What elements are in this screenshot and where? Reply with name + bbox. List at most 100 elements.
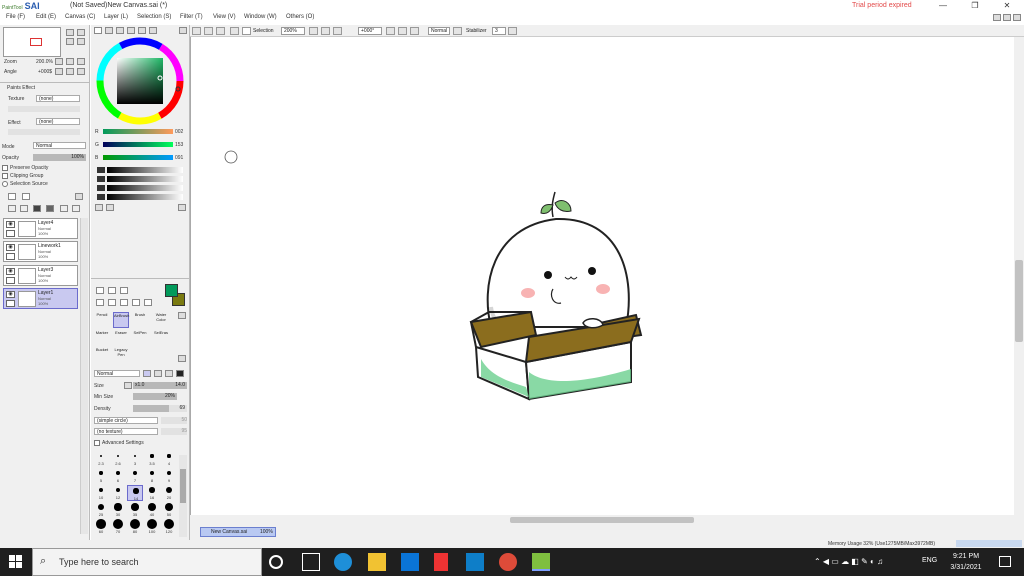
brush-texture-select[interactable]: (no texture) [94,428,158,435]
brush-size-cell[interactable]: 25 [93,502,109,518]
tool-bucket[interactable]: Bucket [94,347,110,356]
zoom-out-button[interactable] [321,27,330,35]
toolbar-button[interactable] [216,27,225,35]
nav-zoom-button[interactable] [55,58,63,65]
menu-file[interactable]: File (F) [6,14,25,20]
layer-item[interactable]: ◉ Layer3 Normal 100% [3,265,78,286]
effect-slider[interactable] [8,129,80,135]
nav-zoom-button[interactable] [77,58,85,65]
nav-button[interactable] [77,38,85,45]
lock-icon[interactable] [6,277,15,284]
navigator-preview[interactable] [3,27,61,57]
office-icon[interactable] [434,553,448,571]
swatch-scroll[interactable] [178,204,186,211]
effect-select[interactable]: (none) [36,118,80,125]
eyedropper-icon[interactable] [144,299,152,306]
tool-brush[interactable]: Brush [132,312,148,321]
brush-mode-select[interactable]: Normal [94,370,140,377]
tray-icons[interactable]: ⌃ ◀ ▭ ☁ ◧ ✎ ◐ ♫ [814,557,883,566]
opacity-slider[interactable]: 100% [33,154,86,161]
menu-filter[interactable]: Filter (T) [180,14,203,20]
brush-size-cell[interactable]: 80 [127,519,143,535]
green-slider[interactable] [103,142,173,147]
brush-size-cell[interactable]: 2.6 [110,451,126,467]
brush-shape-icon[interactable] [154,370,162,377]
doc-close-button[interactable] [1013,14,1021,21]
horizontal-scroll-thumb[interactable] [510,517,694,523]
store-icon[interactable] [466,553,484,571]
advanced-settings-checkbox[interactable] [94,440,100,446]
edge-icon[interactable] [334,553,352,571]
angle-field[interactable]: +000° [358,27,382,35]
rotate-tool-icon[interactable] [120,299,128,306]
swatches-tab[interactable] [138,27,146,34]
shape-strength[interactable]: 50 [161,417,187,424]
transfer-layer-icon[interactable] [20,205,28,212]
hsv-slider-tab[interactable] [116,27,124,34]
zoom-reset-button[interactable] [333,27,342,35]
toolbar-button[interactable] [204,27,213,35]
brush-shape-icon[interactable] [176,370,184,377]
brush-size-cell[interactable]: 3 [127,451,143,467]
tool-marker[interactable]: Marker [94,330,110,339]
magic-wand-icon[interactable] [120,287,128,294]
brush-size-cell[interactable]: 2.3 [93,451,109,467]
blue-slider[interactable] [103,155,173,160]
tool-scroll[interactable] [178,355,186,362]
tool-airbrush[interactable]: AirBrush [113,312,129,328]
windows-start-icon[interactable] [9,555,23,569]
menu-edit[interactable]: Edit (E) [36,14,56,20]
lock-icon[interactable] [6,300,15,307]
rotate-left-button[interactable] [386,27,395,35]
paint-tool-sai-icon[interactable] [532,553,550,571]
cortana-icon[interactable] [269,555,283,569]
eye-icon[interactable]: ◉ [6,291,15,298]
tool-scroll[interactable] [178,312,186,319]
copy-layer-icon[interactable] [8,205,16,212]
language-indicator[interactable]: ENG [922,557,937,564]
toolbar-button[interactable] [230,27,239,35]
tool-selpen[interactable]: SelPen [132,330,148,339]
tool-legacy-pen[interactable]: Legacy Pen [113,347,129,357]
menu-selection[interactable]: Selection (S) [137,14,171,20]
brush-size-cell[interactable]: 30 [110,502,126,518]
brush-size-cell[interactable]: 50 [161,502,177,518]
stabilizer-dropdown[interactable] [508,27,517,35]
nav-button[interactable] [66,29,74,36]
nav-angle-button[interactable] [66,68,74,75]
swatch-button[interactable] [106,204,114,211]
layer-mode-select[interactable]: Normal [33,142,86,149]
primary-color-swatch[interactable] [165,284,178,297]
clear-layer-icon[interactable] [60,205,68,212]
layer-scrollbar[interactable] [80,218,88,534]
min-size-slider[interactable]: 20% [133,393,177,400]
red-slider[interactable] [103,129,173,134]
swatch-button[interactable] [95,204,103,211]
rect-select-icon[interactable] [96,287,104,294]
doc-minimize-button[interactable] [993,14,1001,21]
minimize-button[interactable]: — [928,0,958,12]
nav-angle-button[interactable] [77,68,85,75]
toolbar-button[interactable] [192,27,201,35]
selection-source-checkbox[interactable] [2,181,8,187]
brush-size-cell[interactable]: 6 [110,468,126,484]
stabilizer-select[interactable]: 3 [492,27,506,35]
mixer-tab[interactable] [127,27,135,34]
layer-item-selected[interactable]: ◉ Layer1 Normal 100% [3,288,78,309]
layer-item[interactable]: ◉ Layer4 Normal 100% [3,218,78,239]
doc-restore-button[interactable] [1003,14,1011,21]
texture-slider[interactable] [8,106,80,112]
tool-seleras[interactable]: SelEras [153,330,169,339]
merge-layer-icon[interactable] [33,205,41,212]
zoom-in-button[interactable] [309,27,318,35]
file-explorer-icon[interactable] [368,553,386,571]
brush-size-cell[interactable]: 3.5 [144,451,160,467]
delete-layer-icon[interactable] [46,205,54,212]
notification-icon[interactable] [999,556,1011,567]
flip-button[interactable] [453,27,462,35]
layer-option-icon[interactable] [75,193,83,200]
lock-icon[interactable] [6,230,15,237]
vertical-scroll-thumb[interactable] [1015,260,1023,342]
menu-canvas[interactable]: Canvas (C) [65,14,95,20]
brush-size-cell[interactable]: 10 [93,485,109,501]
